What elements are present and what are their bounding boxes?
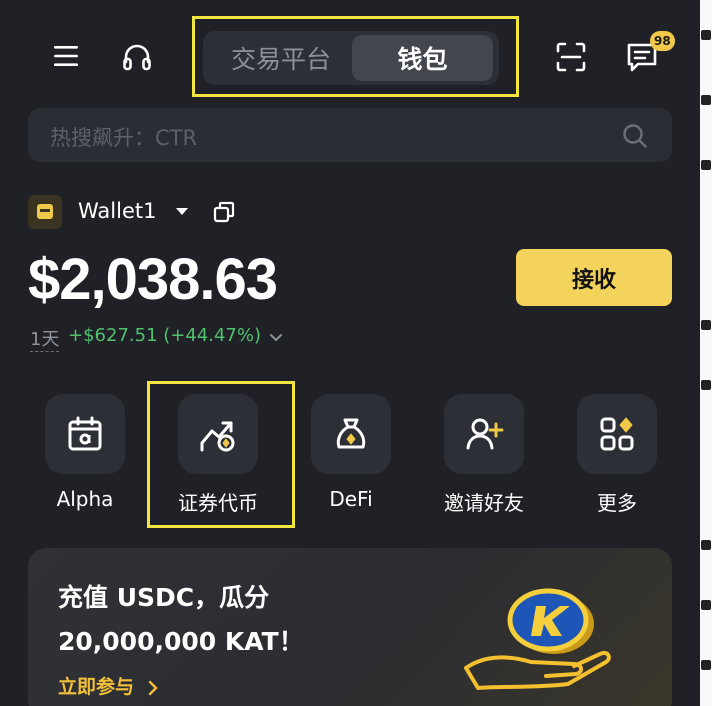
promo-title-line2: 20,000,000 KAT！ [58, 627, 304, 656]
quick-action-label-defi: DeFi [329, 487, 373, 511]
quick-action-alpha[interactable] [45, 394, 125, 474]
copy-icon[interactable] [210, 198, 238, 226]
search-bar[interactable]: 热搜飙升：CTR [28, 108, 672, 162]
grid-more-icon [595, 412, 639, 456]
chevron-right-icon [141, 676, 159, 698]
promo-cta-label: 立即参与 [58, 676, 135, 698]
add-user-icon [462, 412, 506, 456]
wallet-screen: 交易平台 钱包 98 热搜飙升：CTR Wallet1 $2,038.63 接收… [0, 0, 700, 706]
quick-action-label-more: 更多 [597, 491, 637, 515]
scan-icon[interactable] [552, 38, 590, 76]
quick-action-defi[interactable] [311, 394, 391, 474]
message-count-badge: 98 [650, 31, 675, 51]
adjacent-window-edge [700, 0, 712, 706]
wallet-name[interactable]: Wallet1 [78, 199, 156, 223]
wallet-icon [28, 195, 62, 229]
pnl-change: +$627.51 (+44.47%) [68, 325, 261, 346]
highlight-box-stock-tokens [147, 381, 295, 528]
chevron-down-icon[interactable] [266, 327, 286, 347]
quick-action-more[interactable] [577, 394, 657, 474]
quick-action-invite[interactable] [444, 394, 524, 474]
receive-button[interactable]: 接收 [516, 249, 672, 306]
money-bag-icon [329, 412, 373, 456]
search-placeholder: 热搜飙升：CTR [50, 126, 198, 150]
calendar-alpha-icon [63, 412, 107, 456]
quick-action-label-invite: 邀请好友 [444, 491, 524, 515]
quick-action-label-alpha: Alpha [56, 487, 114, 511]
total-balance: $2,038.63 [28, 247, 278, 312]
search-icon[interactable] [620, 121, 650, 151]
promo-title-line1: 充值 USDC，瓜分 [58, 583, 270, 612]
period-selector[interactable]: 1天 [30, 325, 60, 352]
promo-banner[interactable]: 充值 USDC，瓜分 20,000,000 KAT！ 立即参与 [28, 548, 672, 706]
highlight-box-platform-switch [192, 16, 519, 97]
promo-cta-link[interactable]: 立即参与 [58, 672, 159, 699]
coin-in-hand-illustration [456, 576, 626, 696]
caret-down-icon[interactable] [172, 202, 192, 222]
headset-icon[interactable] [118, 38, 156, 76]
menu-icon[interactable] [48, 38, 84, 74]
